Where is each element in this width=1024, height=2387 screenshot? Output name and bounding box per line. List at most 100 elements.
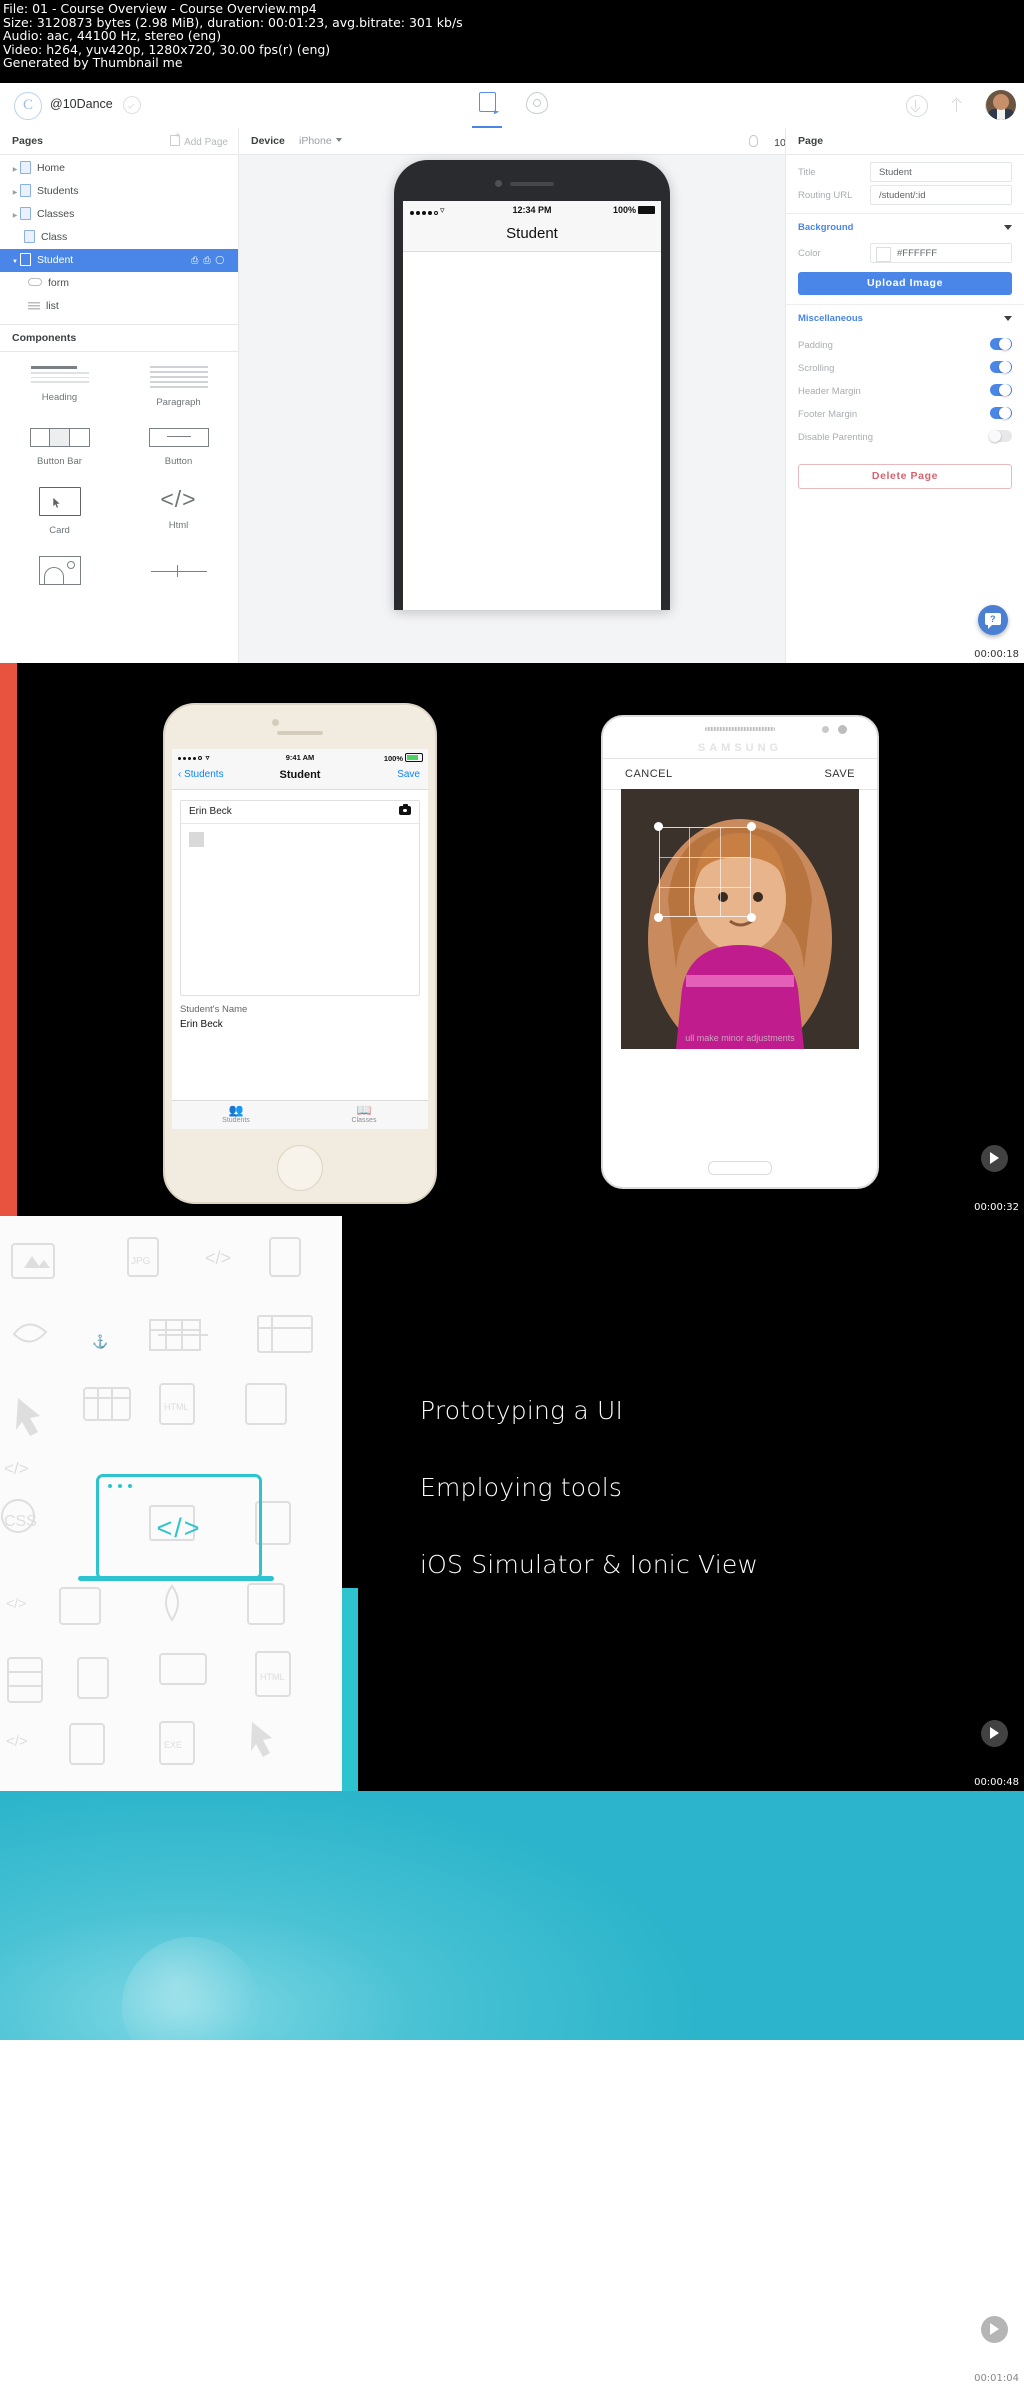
phone-nav-title: Student — [403, 220, 661, 252]
svg-text:JPG: JPG — [131, 1256, 151, 1267]
svg-text:</>: </> — [6, 1595, 26, 1611]
chevron-down-icon[interactable]: ▼ — [10, 251, 20, 274]
share-icon[interactable] — [947, 95, 967, 115]
iphone-speaker — [277, 731, 323, 735]
header-margin-toggle[interactable] — [990, 384, 1012, 396]
ios-status-bar: ▿ 12:34 PM 100% — [403, 201, 661, 220]
color-swatch[interactable] — [876, 247, 891, 262]
sidebar-item-students[interactable]: ▶ Students — [0, 180, 238, 203]
verified-check-icon — [123, 96, 141, 114]
button-bar-glyph — [29, 427, 90, 447]
scrolling-label: Scrolling — [798, 363, 835, 374]
tab-classes[interactable]: 📖 Classes — [300, 1101, 428, 1129]
background-section-title: Background — [798, 222, 854, 233]
page-icon — [20, 253, 31, 266]
component-label: Card — [49, 524, 70, 536]
page-icon — [20, 184, 31, 197]
disable-parenting-toggle[interactable] — [989, 430, 1012, 442]
title-label: Title — [798, 167, 816, 178]
page-icon — [24, 230, 35, 243]
background-section[interactable]: Background — [786, 213, 1024, 240]
component-heading[interactable]: Heading — [0, 352, 119, 414]
sidebar-item-student[interactable]: ▼ Student ⎙⎙◯ — [0, 249, 238, 272]
page-icon — [20, 161, 31, 174]
play-badge[interactable] — [981, 2316, 1008, 2343]
form-icon — [28, 278, 42, 286]
chat-help-fab[interactable]: ? — [978, 605, 1008, 635]
crop-handle-br[interactable] — [747, 913, 756, 922]
scrolling-toggle[interactable] — [990, 361, 1012, 373]
miscellaneous-section[interactable]: Miscellaneous — [786, 304, 1024, 331]
laptop-icon: </> — [96, 1474, 262, 1580]
mode-tabs — [470, 83, 590, 128]
field-value[interactable]: Erin Beck — [180, 1015, 420, 1030]
crop-overlay[interactable] — [654, 822, 756, 922]
sidebar-item-form[interactable]: form — [0, 272, 238, 295]
component-html[interactable]: </> Html — [119, 473, 238, 542]
pages-tree: ▶ Home ▶ Students ▶ Classes Class ▼ Student … — [0, 155, 238, 318]
frame-app-builder: C @10Dance ? — [0, 83, 1024, 663]
color-value: #FFFFFF — [897, 248, 938, 259]
component-input[interactable] — [119, 542, 238, 585]
sidebar-item-class[interactable]: Class — [0, 226, 238, 249]
sidebar-item-classes[interactable]: ▶ Classes — [0, 203, 238, 226]
tab-design[interactable] — [470, 92, 504, 128]
account-handle[interactable]: @10Dance — [50, 97, 113, 111]
upload-image-button[interactable]: Upload Image — [798, 272, 1012, 295]
chevron-right-icon[interactable]: ▶ — [10, 159, 20, 182]
component-button[interactable]: Button — [119, 414, 238, 473]
frame-timestamp: 00:01:04 — [974, 2373, 1019, 2384]
delete-icon[interactable]: ⎙ — [191, 255, 203, 265]
crop-gridline — [659, 857, 751, 858]
component-card[interactable]: Card — [0, 473, 119, 542]
play-badge[interactable] — [981, 1145, 1008, 1172]
phone-screen: ▿ 12:34 PM 100% Student — [403, 201, 661, 610]
component-image[interactable] — [0, 542, 119, 585]
crop-handle-tl[interactable] — [654, 822, 663, 831]
row-actions: ⎙⎙◯ — [191, 249, 229, 272]
play-badge[interactable] — [981, 1720, 1008, 1747]
svg-text:EXE: EXE — [164, 1740, 182, 1750]
image-placeholder — [189, 832, 204, 847]
sidebar-item-list[interactable]: list — [0, 295, 238, 318]
iphone-camera — [272, 719, 279, 726]
save-button[interactable]: Save — [397, 769, 420, 780]
save-button[interactable]: SAVE — [824, 768, 855, 780]
cancel-button[interactable]: CANCEL — [625, 768, 673, 780]
tab-students[interactable]: 👥 Students — [172, 1101, 300, 1129]
chevron-right-icon[interactable]: ▶ — [10, 205, 20, 228]
tab-preview[interactable] — [520, 92, 554, 122]
duplicate-icon[interactable]: ⎙ — [203, 255, 215, 265]
pin-icon[interactable]: ◯ — [216, 255, 229, 265]
brand-logo-icon[interactable]: C — [14, 92, 42, 120]
download-icon[interactable] — [906, 95, 929, 117]
android-speaker — [705, 727, 775, 731]
white-area — [0, 2040, 1024, 2387]
slide-bullets: Prototyping a UI Employing tools iOS Sim… — [420, 1396, 758, 1627]
home-button[interactable] — [277, 1145, 323, 1191]
routing-url-input[interactable]: /student/:id — [870, 185, 1012, 205]
component-button-bar[interactable]: Button Bar — [0, 414, 119, 473]
avatar[interactable] — [986, 90, 1016, 120]
crop-handle-tr[interactable] — [747, 822, 756, 831]
video-video-line: Video: h264, yuv420p, 1280x720, 30.00 fp… — [3, 41, 331, 57]
component-paragraph[interactable]: Paragraph — [119, 352, 238, 414]
chevron-right-icon[interactable]: ▶ — [10, 182, 20, 205]
android-home-button[interactable] — [708, 1161, 772, 1175]
android-brand: SAMSUNG — [697, 742, 783, 754]
add-page-button[interactable]: Add Page — [170, 130, 228, 148]
delete-page-button[interactable]: Delete Page — [798, 464, 1012, 489]
color-input[interactable]: #FFFFFF — [870, 243, 1012, 263]
title-input[interactable]: Student — [870, 162, 1012, 182]
iphone-screen: ▿ 9:41 AM 100% ‹ Students Student Save E… — [172, 749, 428, 1129]
camera-icon[interactable] — [399, 803, 411, 815]
canvas-toolbar: Device iPhone 100% — [239, 128, 825, 155]
device-select[interactable]: iPhone — [299, 135, 342, 147]
footer-margin-toggle[interactable] — [990, 407, 1012, 419]
add-page-icon — [170, 130, 180, 146]
crop-handle-bl[interactable] — [654, 913, 663, 922]
sidebar-item-home[interactable]: ▶ Home — [0, 157, 238, 180]
frame-timestamp: 00:00:48 — [974, 1777, 1019, 1788]
padding-toggle[interactable] — [990, 338, 1012, 350]
nav-title: Student — [279, 769, 321, 781]
